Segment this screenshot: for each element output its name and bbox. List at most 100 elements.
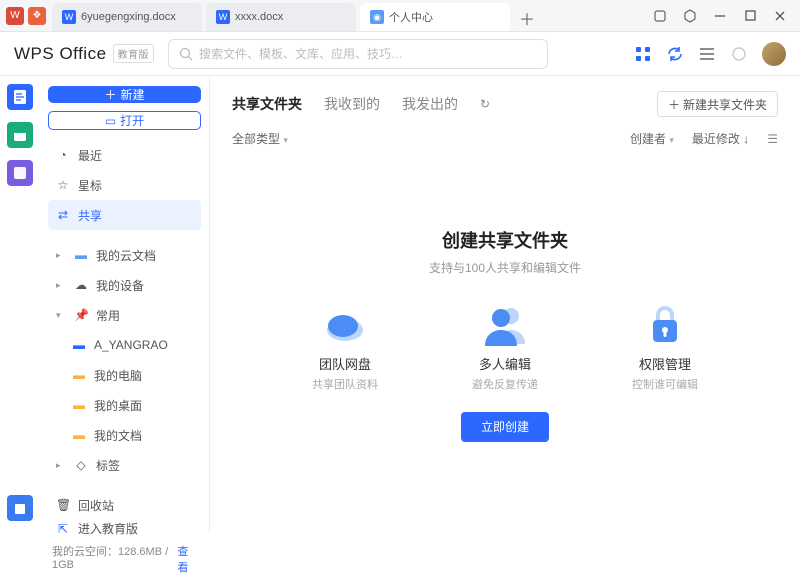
- nav-mydoc[interactable]: ▬我的文档: [48, 420, 201, 450]
- apps-icon[interactable]: [634, 45, 652, 63]
- search-icon: [179, 47, 193, 61]
- storage-info: 我的云空间：128.6MB / 1GB 查看: [48, 537, 201, 581]
- view-toggle-icon[interactable]: ☰: [767, 132, 778, 146]
- pin-icon: 📌: [74, 308, 88, 322]
- chevron-down-icon: ▾: [56, 310, 66, 321]
- tab-document-1[interactable]: W xxxx.docx: [206, 3, 356, 31]
- empty-title: 创建共享文件夹: [442, 227, 568, 253]
- open-button[interactable]: ▭打开: [48, 111, 201, 130]
- main: ＋新建 ▭打开 ◔最近 ☆星标 ⇄共享 ▸▬我的云文档 ▸☁我的设备 ▾📌常用 …: [0, 76, 800, 533]
- left-rail: [0, 76, 40, 533]
- tab-label: xxxx.docx: [235, 11, 283, 23]
- create-now-button[interactable]: 立即创建: [461, 412, 549, 442]
- sync-icon[interactable]: [666, 45, 684, 63]
- rail-bottom-icon[interactable]: [7, 495, 33, 521]
- nav-mydesktop[interactable]: ▬我的桌面: [48, 390, 201, 420]
- rail-purple-icon[interactable]: [7, 160, 33, 186]
- export-icon: ⇱: [56, 522, 70, 536]
- enter-edu-button[interactable]: ⇱进入教育版: [48, 520, 201, 537]
- search-input[interactable]: 搜索文件、模板、文库、应用、技巧…: [168, 39, 548, 69]
- header-actions: [634, 42, 786, 66]
- brand-name: WPS Office: [14, 44, 107, 64]
- filter-bar: 全部类型 ▾ 创建者 ▾ 最近修改 ↓ ☰: [232, 130, 778, 147]
- feature-cloud: 团队网盘 共享团队资料: [300, 302, 390, 392]
- window-controls: [646, 2, 800, 30]
- pdf-app-icon[interactable]: ❖: [28, 7, 46, 25]
- storage-view-link[interactable]: 查看: [177, 543, 197, 575]
- content-tabs: 共享文件夹 我收到的 我发出的 ↻ ＋新建共享文件夹: [232, 88, 778, 120]
- feature-row: 团队网盘 共享团队资料 多人编辑 避免反复传递 权限管理 控制谁可编辑: [300, 302, 710, 392]
- document-tabs: W 6yuegengxing.docx W xxxx.docx ◉ 个人中心 ＋: [52, 0, 646, 31]
- cloud-folder-icon: ▬: [74, 248, 88, 262]
- nav-star[interactable]: ☆星标: [48, 170, 201, 200]
- nav-trash[interactable]: 🗑回收站: [48, 490, 201, 520]
- chevron-right-icon: ▸: [56, 460, 66, 471]
- nav-devices[interactable]: ▸☁我的设备: [48, 270, 201, 300]
- folder-icon: ▬: [72, 338, 86, 352]
- doc-folder-icon: ▬: [72, 428, 86, 442]
- nav-list: ◔最近 ☆星标 ⇄共享 ▸▬我的云文档 ▸☁我的设备 ▾📌常用 ▬A_YANGR…: [48, 140, 201, 520]
- share-icon: ⇄: [56, 208, 70, 222]
- nav-tags[interactable]: ▸◇标签: [48, 450, 201, 480]
- nav-ayangrao[interactable]: ▬A_YANGRAO: [48, 330, 201, 360]
- refresh-icon[interactable]: ↻: [480, 97, 490, 111]
- folder-open-icon: ▭: [105, 114, 116, 128]
- user-icon: ◉: [370, 10, 384, 24]
- feature-permission: 权限管理 控制谁可编辑: [620, 302, 710, 392]
- wps-app-icon[interactable]: W: [6, 7, 24, 25]
- maximize-button[interactable]: [736, 2, 764, 30]
- nav-common[interactable]: ▾📌常用: [48, 300, 201, 330]
- rail-calendar-icon[interactable]: [7, 122, 33, 148]
- cloud-illustration-icon: [321, 302, 369, 346]
- window-cube-icon[interactable]: [676, 2, 704, 30]
- sidebar: ＋新建 ▭打开 ◔最近 ☆星标 ⇄共享 ▸▬我的云文档 ▸☁我的设备 ▾📌常用 …: [40, 76, 210, 533]
- settings-icon[interactable]: [730, 45, 748, 63]
- plus-icon: ＋: [668, 96, 680, 113]
- minimize-button[interactable]: [706, 2, 734, 30]
- empty-subtitle: 支持与100人共享和编辑文件: [429, 259, 581, 276]
- word-icon: W: [216, 10, 230, 24]
- chevron-right-icon: ▸: [56, 280, 66, 291]
- header: WPS Office 教育版 搜索文件、模板、文库、应用、技巧…: [0, 32, 800, 76]
- tab-received[interactable]: 我收到的: [324, 94, 380, 114]
- plus-icon: ＋: [104, 86, 116, 103]
- brand: WPS Office 教育版: [14, 44, 154, 64]
- tab-add-button[interactable]: ＋: [514, 5, 540, 31]
- filter-type[interactable]: 全部类型 ▾: [232, 130, 288, 147]
- empty-state: 创建共享文件夹 支持与100人共享和编辑文件 团队网盘 共享团队资料 多人编辑 …: [232, 147, 778, 521]
- tab-user-center[interactable]: ◉ 个人中心: [360, 3, 510, 31]
- chevron-down-icon: ▾: [669, 135, 674, 145]
- brand-badge: 教育版: [113, 44, 155, 63]
- trash-icon: 🗑: [56, 498, 70, 512]
- cloud-icon: ☁: [74, 278, 88, 292]
- nav-cloud[interactable]: ▸▬我的云文档: [48, 240, 201, 270]
- filter-creator[interactable]: 创建者 ▾: [630, 130, 674, 147]
- lock-illustration-icon: [641, 302, 689, 346]
- new-shared-folder-button[interactable]: ＋新建共享文件夹: [657, 91, 778, 117]
- titlebar-left-icons: W ❖: [0, 7, 52, 25]
- word-icon: W: [62, 10, 76, 24]
- desktop-icon: ▬: [72, 398, 86, 412]
- nav-share[interactable]: ⇄共享: [48, 200, 201, 230]
- rail-doc-icon[interactable]: [7, 84, 33, 110]
- pc-icon: ▬: [72, 368, 86, 382]
- content: 共享文件夹 我收到的 我发出的 ↻ ＋新建共享文件夹 全部类型 ▾ 创建者 ▾ …: [210, 76, 800, 533]
- nav-recent[interactable]: ◔最近: [48, 140, 201, 170]
- menu-icon[interactable]: [698, 45, 716, 63]
- new-button[interactable]: ＋新建: [48, 86, 201, 103]
- tab-label: 个人中心: [389, 9, 433, 25]
- titlebar: W ❖ W 6yuegengxing.docx W xxxx.docx ◉ 个人…: [0, 0, 800, 32]
- clock-icon: ◔: [56, 148, 70, 162]
- tag-icon: ◇: [74, 458, 88, 472]
- feature-collab: 多人编辑 避免反复传递: [460, 302, 550, 392]
- chevron-down-icon: ▾: [283, 135, 288, 145]
- nav-mypc[interactable]: ▬我的电脑: [48, 360, 201, 390]
- tab-label: 6yuegengxing.docx: [81, 11, 176, 23]
- filter-modified[interactable]: 最近修改 ↓: [692, 130, 749, 147]
- window-app-icon[interactable]: [646, 2, 674, 30]
- tab-sent[interactable]: 我发出的: [402, 94, 458, 114]
- tab-shared-folder[interactable]: 共享文件夹: [232, 94, 302, 114]
- avatar[interactable]: [762, 42, 786, 66]
- close-button[interactable]: [766, 2, 794, 30]
- tab-document-0[interactable]: W 6yuegengxing.docx: [52, 3, 202, 31]
